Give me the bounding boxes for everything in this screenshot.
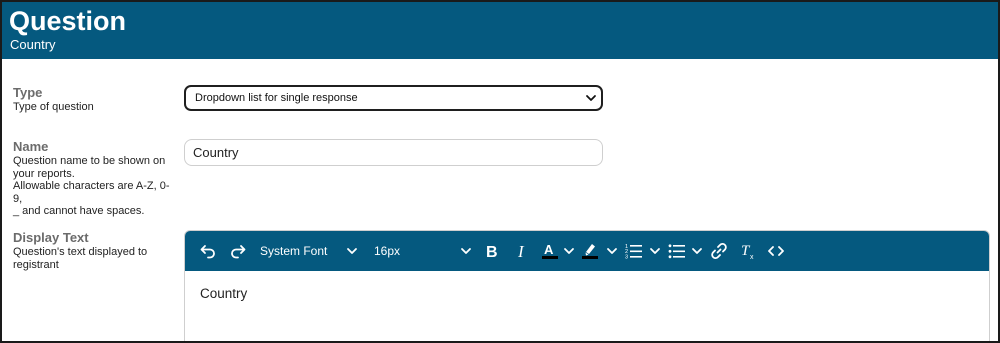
chevron-down-icon [347, 248, 357, 254]
font-family-value: System Font [260, 244, 328, 258]
page-header: Question Country [2, 2, 998, 59]
name-label: Name [13, 139, 49, 154]
display-text-label: Display Text [13, 230, 89, 245]
highlight-button[interactable] [582, 231, 598, 271]
type-label-block: Type Type of question [13, 85, 178, 114]
undo-icon [200, 245, 215, 259]
question-name-input[interactable]: Country [184, 139, 603, 166]
text-color-button[interactable]: A [542, 231, 558, 271]
bullet-list-button[interactable] [668, 231, 686, 271]
rich-text-editor: System Font 16px B I A 1 2 3 T x Country [184, 230, 990, 341]
chevron-down-icon [564, 248, 574, 254]
svg-text:x: x [750, 254, 754, 260]
name-label-block: Name Question name to be shown on your r… [13, 139, 178, 218]
chevron-down-icon [586, 95, 596, 101]
bullet-list-icon [668, 244, 685, 259]
display-text-description-line: registrant [13, 258, 59, 271]
name-description-line: Allowable characters are A-Z, 0-9, [13, 180, 170, 205]
redo-button[interactable] [229, 231, 247, 271]
page-title: Question [9, 6, 127, 36]
question-type-select[interactable]: Dropdown list for single response [184, 85, 603, 111]
highlight-icon [582, 244, 598, 259]
question-type-selected-value: Dropdown list for single response [195, 92, 358, 104]
editor-content-area[interactable]: Country [200, 286, 247, 301]
font-family-dropdown[interactable]: System Font [260, 231, 360, 271]
name-description: Question name to be shown on your report… [13, 155, 178, 218]
name-description-line: _ and cannot have spaces. [13, 205, 145, 217]
font-size-value: 16px [374, 244, 401, 258]
svg-text:B: B [486, 244, 498, 260]
link-button[interactable] [710, 231, 728, 271]
question-editor-window: Question Country Type Type of question D… [0, 0, 1000, 343]
bold-icon: B [486, 244, 498, 260]
display-text-description-line: Question's text displayed to [13, 246, 148, 258]
numbered-list-icon: 1 2 3 [625, 244, 642, 261]
italic-icon: I [517, 242, 525, 260]
page-subtitle: Country [10, 37, 56, 52]
editor-text: Country [200, 286, 248, 301]
source-code-button[interactable] [767, 231, 785, 271]
link-icon [711, 243, 727, 259]
numbered-list-button[interactable]: 1 2 3 [625, 231, 643, 271]
redo-icon [231, 245, 246, 259]
type-description: Type of question [13, 101, 94, 113]
text-color-icon: A [542, 242, 558, 259]
italic-button[interactable]: I [515, 231, 529, 271]
bullet-list-dropdown[interactable] [691, 231, 703, 271]
name-description-line: your reports. [13, 167, 75, 180]
editor-toolbar: System Font 16px B I A 1 2 3 T x [185, 231, 989, 271]
name-description-line: Question name to be shown on [13, 155, 166, 167]
svg-text:A: A [544, 242, 554, 257]
chevron-down-icon [461, 248, 471, 254]
clear-format-button[interactable]: T x [740, 231, 758, 271]
chevron-down-icon [607, 248, 617, 254]
chevron-down-icon [692, 248, 702, 254]
source-code-icon [768, 246, 784, 256]
chevron-down-icon [650, 248, 660, 254]
numbered-list-dropdown[interactable] [649, 231, 661, 271]
text-color-dropdown[interactable] [563, 231, 575, 271]
undo-button[interactable] [199, 231, 217, 271]
type-label: Type [13, 85, 43, 100]
clear-format-icon: T x [741, 243, 754, 260]
bold-button[interactable]: B [485, 231, 499, 271]
display-text-description: Question's text displayed to registrant [13, 246, 178, 271]
font-size-dropdown[interactable]: 16px [374, 231, 474, 271]
svg-text:I: I [517, 242, 525, 260]
question-name-value: Country [193, 145, 239, 160]
display-text-label-block: Display Text Question's text displayed t… [13, 230, 178, 271]
svg-text:3: 3 [625, 255, 628, 261]
highlight-dropdown[interactable] [606, 231, 618, 271]
